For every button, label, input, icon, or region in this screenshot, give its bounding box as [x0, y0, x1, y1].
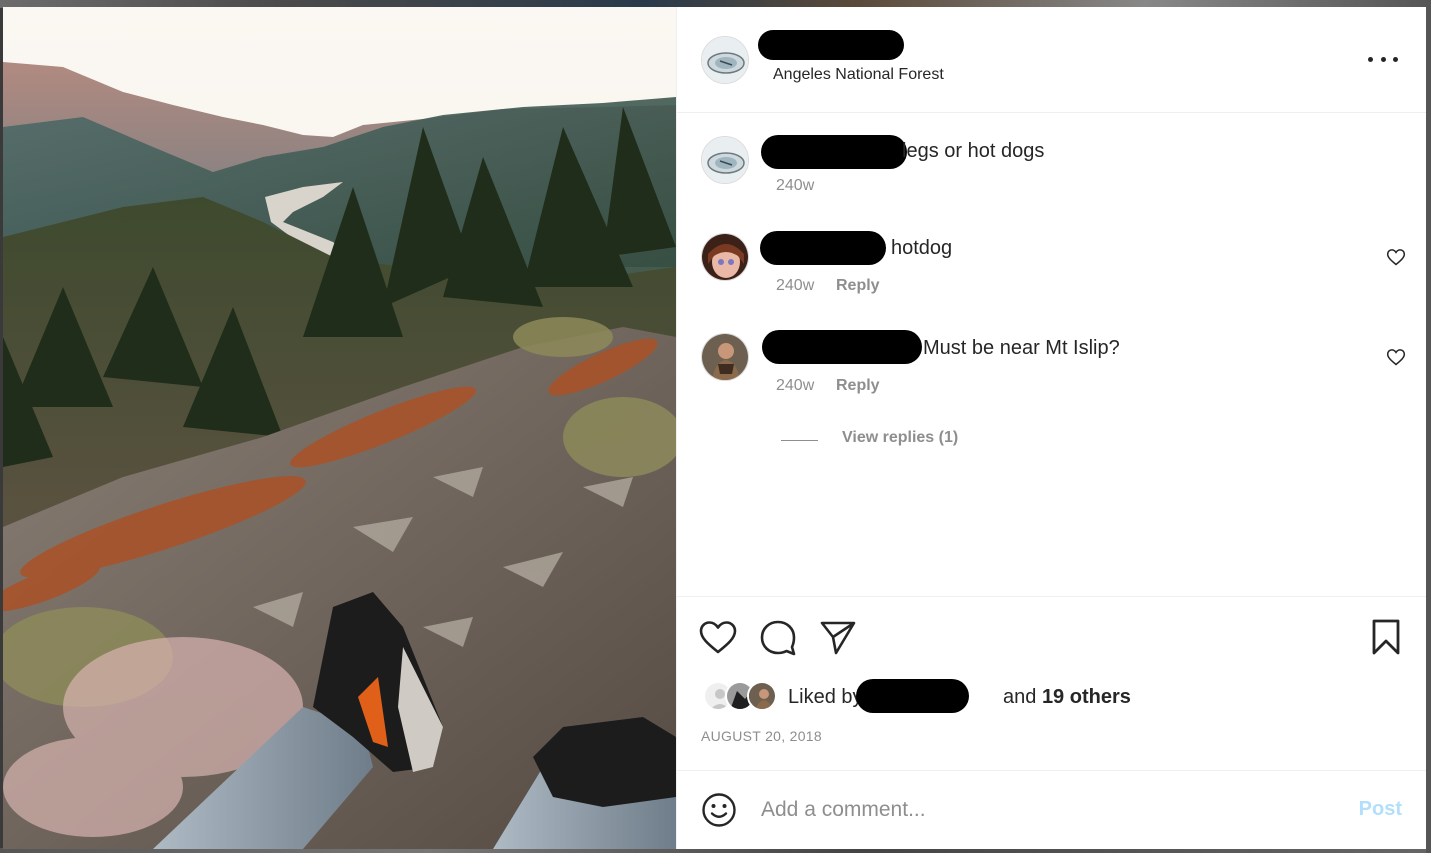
- like-heart-icon[interactable]: [698, 617, 738, 657]
- comment-bubble-icon[interactable]: [758, 617, 798, 657]
- comment-composer: Post: [677, 771, 1426, 849]
- liked-by-label: Liked by: [788, 686, 863, 708]
- redacted-username: [762, 330, 922, 364]
- post-location[interactable]: Angeles National Forest: [773, 66, 944, 84]
- liked-by-avatars[interactable]: [703, 681, 783, 713]
- liked-others-count[interactable]: 19 others: [1042, 686, 1131, 708]
- more-options-button[interactable]: [1368, 47, 1398, 71]
- liker-avatar-image: [749, 683, 775, 709]
- post-header: Angeles National Forest: [677, 7, 1426, 113]
- caption-avatar-image: [702, 137, 748, 183]
- reply-button[interactable]: Reply: [836, 377, 880, 395]
- comment-text: hotdog: [891, 237, 953, 259]
- commenter-avatar-image: [702, 234, 748, 280]
- reply-button[interactable]: Reply: [836, 277, 880, 295]
- redacted-username: [758, 30, 904, 60]
- post-photo: [3, 7, 676, 849]
- emoji-smiley-icon[interactable]: [701, 792, 737, 828]
- comment-time: 240w: [776, 377, 815, 394]
- author-avatar[interactable]: [701, 36, 749, 84]
- caption-text: legs or hot dogs: [902, 140, 1045, 162]
- commenter-avatar[interactable]: [701, 233, 749, 281]
- comment-time: 240w: [776, 277, 815, 294]
- save-bookmark-icon[interactable]: [1366, 617, 1406, 657]
- view-replies-button[interactable]: View replies (1): [842, 429, 958, 447]
- backdrop-right: [1426, 0, 1431, 853]
- view-replies-divider: [781, 440, 818, 441]
- liker-avatar: [747, 681, 777, 711]
- caption-time: 240w: [776, 177, 815, 194]
- share-paper-plane-icon[interactable]: [818, 617, 858, 657]
- mountain-photo-image: [3, 7, 676, 849]
- more-dot-icon: [1380, 56, 1386, 62]
- redacted-liker-username: [856, 679, 969, 713]
- more-dot-icon: [1368, 56, 1373, 62]
- commenter-avatar[interactable]: [701, 333, 749, 381]
- post-actions: Liked by and 19 others AUGUST 20, 2018: [677, 596, 1426, 771]
- post-side-panel: Angeles National Forest legs or hot dogs…: [676, 7, 1426, 849]
- post-comment-button[interactable]: Post: [1359, 798, 1402, 821]
- liked-others: and 19 others: [1003, 686, 1131, 709]
- like-comment-heart-icon[interactable]: [1386, 347, 1406, 367]
- comment-text: Must be near Mt Islip?: [923, 337, 1120, 359]
- more-dot-icon: [1393, 56, 1398, 62]
- liked-joiner: and: [1003, 686, 1037, 708]
- redacted-username: [761, 135, 907, 169]
- caption-avatar[interactable]: [701, 136, 749, 184]
- post-modal: Angeles National Forest legs or hot dogs…: [3, 7, 1426, 849]
- redacted-username: [760, 231, 886, 265]
- comment-input[interactable]: [761, 793, 1321, 827]
- like-comment-heart-icon[interactable]: [1386, 247, 1406, 267]
- commenter-avatar-image: [702, 334, 748, 380]
- comments-list: legs or hot dogs 240w hotdog 240w Reply: [677, 113, 1426, 596]
- post-date[interactable]: AUGUST 20, 2018: [701, 728, 822, 744]
- author-avatar-image: [702, 37, 748, 83]
